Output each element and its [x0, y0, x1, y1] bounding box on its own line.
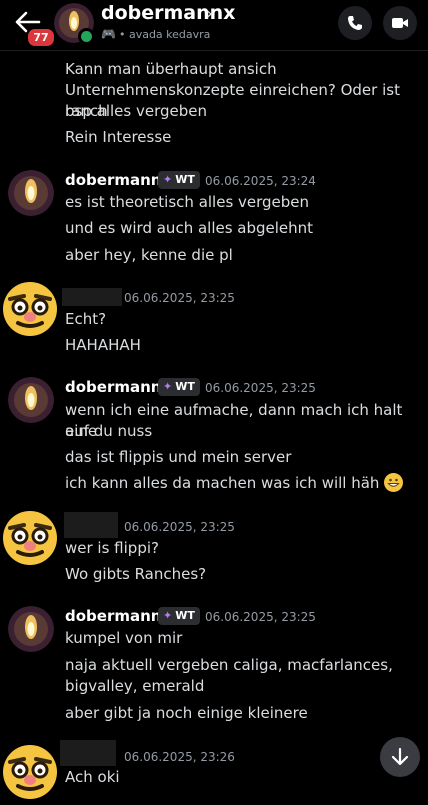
- message-line: Ach oki: [65, 768, 120, 786]
- avatar[interactable]: [8, 170, 54, 216]
- avatar[interactable]: [2, 744, 58, 800]
- video-camera-icon: [392, 18, 408, 28]
- message-line: naja aktuell vergeben caliga, macfarlanc…: [65, 656, 393, 674]
- message-timestamp: 06.06.2025, 23:25: [124, 520, 235, 534]
- status-text: avada kedavra: [128, 28, 211, 41]
- grinning-face-icon: [384, 473, 404, 492]
- message-author[interactable]: dobermannx: [65, 171, 171, 189]
- disguise-face-icon: [3, 745, 57, 799]
- message-line: Rein Interesse: [65, 128, 172, 146]
- redacted-username: [64, 512, 118, 538]
- sparkle-icon: ✦: [163, 173, 173, 186]
- disguise-face-icon: [3, 511, 57, 565]
- arrow-down-icon: [391, 747, 409, 766]
- unread-badge: 77: [26, 27, 56, 48]
- user-tag: ✦ WT: [158, 607, 200, 625]
- user-tag: ✦ WT: [158, 378, 200, 396]
- voice-call-button[interactable]: [338, 6, 372, 40]
- message-line: es ist theoretisch alles vergeben: [65, 193, 310, 211]
- message-timestamp: 06.06.2025, 23:26: [124, 750, 235, 764]
- message-timestamp: 06.06.2025, 23:25: [205, 610, 316, 624]
- user-tag: ✦ WT: [158, 171, 200, 189]
- avatar[interactable]: [2, 510, 58, 566]
- message-line: und es wird auch alles abgelehnt: [65, 219, 314, 237]
- message-line: aber hey, kenne die pl: [65, 246, 233, 264]
- message-line: auf du nuss: [65, 422, 153, 440]
- avatar[interactable]: [8, 377, 54, 423]
- message-timestamp: 06.06.2025, 23:24: [205, 174, 316, 188]
- message-line: Kann man überhaupt ansich: [65, 60, 277, 78]
- sparkle-icon: ✦: [163, 609, 173, 622]
- phone-icon: [348, 16, 362, 30]
- message-timestamp: 06.06.2025, 23:25: [124, 291, 235, 305]
- user-tag-label: WT: [175, 380, 195, 393]
- avatar[interactable]: [2, 281, 58, 337]
- online-status-icon: [78, 28, 95, 45]
- message-author[interactable]: dobermannx: [65, 378, 171, 396]
- sparkle-icon: ✦: [163, 380, 173, 393]
- header-status: 🎮 • avada kedavra: [101, 27, 211, 41]
- message-text: ich kann alles da machen was ich will hä…: [65, 474, 380, 492]
- redacted-username: [60, 740, 116, 766]
- user-tag-label: WT: [175, 609, 195, 622]
- disguise-face-icon: [3, 282, 57, 336]
- user-tag-label: WT: [175, 173, 195, 186]
- message-line: bigvalley, emerald: [65, 677, 205, 695]
- message-line: aber gibt ja noch einige kleinere: [65, 704, 308, 722]
- message-line: wer is flippi?: [65, 539, 159, 557]
- message-line: ich kann alles da machen was ich will hä…: [65, 473, 404, 494]
- message-timestamp: 06.06.2025, 23:25: [205, 381, 316, 395]
- scroll-to-bottom-button[interactable]: [380, 737, 420, 777]
- message-line: das ist flippis und mein server: [65, 448, 292, 466]
- message-line: Echt?: [65, 310, 107, 328]
- message-line: HAHAHAH: [65, 336, 141, 354]
- message-line: Wo gibts Ranches?: [65, 565, 207, 583]
- redacted-username: [62, 288, 122, 306]
- message-line: bsp alles vergeben: [65, 102, 207, 120]
- message-line: kumpel von mir: [65, 629, 183, 647]
- video-call-button[interactable]: [383, 6, 417, 40]
- message-author[interactable]: dobermannx: [65, 607, 171, 625]
- avatar[interactable]: [8, 606, 54, 652]
- chevron-right-icon[interactable]: ›: [206, 4, 213, 24]
- chat-header: 77 dobermannx › 🎮 • avada kedavra: [0, 0, 428, 51]
- gamepad-icon: 🎮: [101, 27, 116, 41]
- header-username[interactable]: dobermannx: [101, 2, 235, 24]
